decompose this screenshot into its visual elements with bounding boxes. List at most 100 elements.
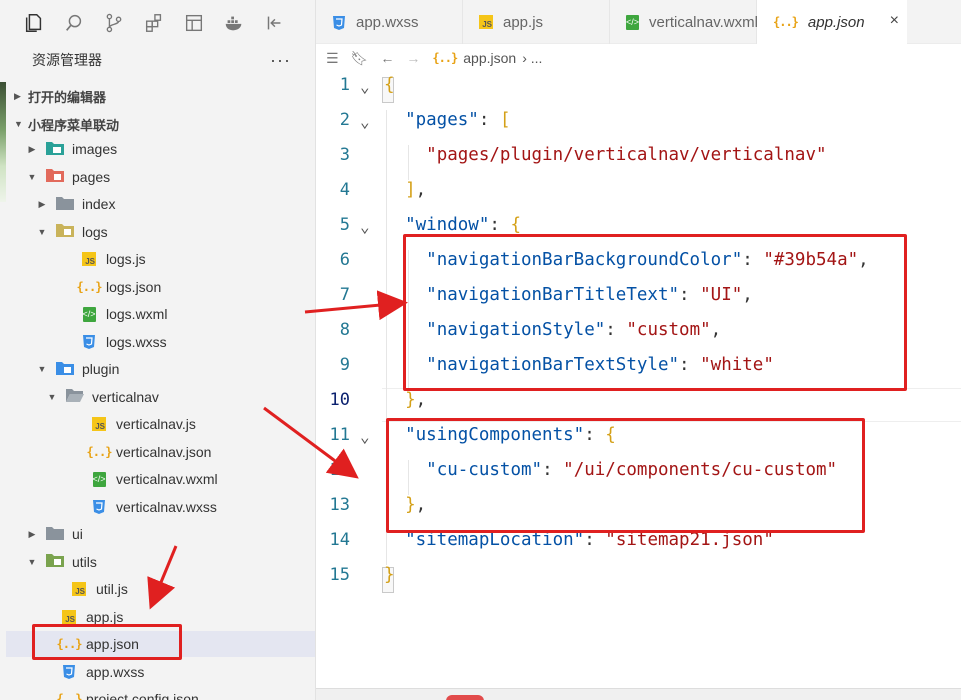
fold-chevron-icon[interactable]: ⌄ [360, 77, 370, 96]
explorer-sidebar: 资源管理器 ··· ▶ 打开的编辑器 ▼ 小程序菜单联动 ▶ images ▼ pag… [6, 0, 316, 700]
json-file-icon: {..} [432, 51, 458, 65]
tree-item-label: logs.wxml [106, 306, 168, 322]
chevron-right-icon: ▶ [28, 143, 36, 154]
tree-item-pages[interactable]: ▼ pages [6, 164, 315, 190]
pages-folder-icon [45, 167, 65, 186]
utils-folder-icon [45, 552, 65, 571]
plugin-folder-icon [55, 360, 75, 379]
list-icon[interactable]: ☰ [326, 50, 339, 67]
tree-item-util-js[interactable]: JS util.js [6, 576, 315, 602]
tree-item-label: verticalnav.js [116, 416, 196, 432]
tree-item-label: logs.wxss [106, 333, 167, 350]
breadcrumb: ☰ 🔖︎ ← → {..} app.json › ... [316, 44, 961, 72]
tree-item-ui[interactable]: ▶ ui [6, 521, 315, 547]
explorer-title: 资源管理器 [32, 52, 102, 68]
fold-chevron-icon[interactable]: ⌄ [360, 427, 370, 446]
scrollbar-indicator [446, 695, 484, 700]
files-icon[interactable] [14, 0, 54, 46]
tree-item-label: app.js [86, 608, 124, 625]
code-line[interactable]: }, [384, 390, 426, 410]
tab-app-wxss[interactable]: app.wxss [316, 0, 463, 44]
tree-item-label: logs.json [106, 278, 162, 295]
window-layout-icon[interactable] [174, 0, 214, 46]
line-number: 1 [339, 75, 350, 95]
extensions-icon[interactable] [134, 0, 174, 46]
json-file-icon: {..} [76, 279, 103, 294]
code-line[interactable]: ], [384, 180, 426, 200]
open-folder-icon [65, 387, 85, 406]
tree-item-verticalnav-json[interactable]: {..} verticalnav.json [6, 439, 315, 465]
back-arrow-icon[interactable]: ← [380, 50, 394, 66]
line-number: 14 [329, 530, 350, 550]
wxml-file-icon: </> [82, 306, 96, 322]
tree-item-logs-json[interactable]: {..} logs.json [6, 274, 315, 300]
tree-item-project-config-json[interactable]: {..} project.config.json [6, 686, 315, 700]
wxss-file-icon [93, 500, 105, 514]
forward-arrow-icon[interactable]: → [406, 50, 420, 66]
breadcrumb-file[interactable]: {..} app.json › ... [432, 50, 542, 66]
tree-item-label: verticalnav [92, 388, 159, 405]
docker-icon[interactable] [214, 0, 254, 46]
line-number: 7 [339, 285, 350, 305]
fold-chevron-icon[interactable]: ⌄ [360, 112, 370, 131]
tree-item-verticalnav-wxml[interactable]: </> verticalnav.wxml [6, 466, 315, 492]
horizontal-scrollbar[interactable] [316, 688, 961, 700]
tree-item-label: ui [72, 526, 83, 542]
tree-item-logs-wxml[interactable]: </> logs.wxml [6, 301, 315, 327]
code-line[interactable]: "pages/plugin/verticalnav/verticalnav" [384, 145, 826, 165]
tree-item-label: logs [82, 223, 108, 240]
folder-icon [45, 525, 65, 544]
tree-item-plugin[interactable]: ▼ plugin [6, 356, 315, 382]
close-icon[interactable]: × [890, 12, 899, 30]
tree-item-app-wxss[interactable]: app.wxss [6, 659, 315, 685]
tree-item-logs[interactable]: ▼ logs [6, 219, 315, 245]
tree-item-verticalnav-js[interactable]: JS verticalnav.js [6, 411, 315, 437]
tree-item-label: pages [72, 168, 111, 185]
tree-item-label: logs.js [106, 251, 146, 267]
bookmark-icon[interactable]: 🔖︎ [351, 50, 369, 67]
annotation-box-window [403, 234, 907, 391]
tab-app-js[interactable]: JS app.js [463, 0, 610, 44]
tab-label: app.json [807, 13, 865, 31]
breadcrumb-file-label: app.json [463, 50, 517, 66]
source-control-icon[interactable] [94, 0, 134, 46]
tree-item-utils[interactable]: ▼ utils [6, 549, 315, 575]
code-line[interactable]: "sitemapLocation": "sitemap21.json" [384, 530, 774, 550]
logs-folder-icon [55, 222, 75, 241]
chevron-right-icon: ▶ [38, 198, 46, 209]
code-line[interactable]: { [384, 75, 395, 95]
open-editors-label: 打开的编辑器 [28, 89, 107, 105]
collapse-sidebar-icon[interactable] [254, 0, 294, 46]
chevron-down-icon: ▼ [37, 364, 47, 374]
tree-item-label: util.js [96, 581, 128, 597]
project-label: 小程序菜单联动 [28, 117, 120, 133]
tree-item-verticalnav[interactable]: ▼ verticalnav [6, 384, 315, 410]
tree-item-verticalnav-wxss[interactable]: verticalnav.wxss [6, 494, 315, 520]
wxss-file-icon [63, 665, 75, 679]
js-file-icon: JS [62, 609, 76, 624]
tree-item-logs-js[interactable]: JS logs.js [6, 246, 315, 272]
line-number: 13 [329, 495, 350, 515]
tree-item-label: verticalnav.wxss [116, 498, 217, 515]
annotation-box-components [386, 418, 865, 533]
tab-verticalnav-wxml[interactable]: </> verticalnav.wxml [610, 0, 758, 44]
tab-app-json[interactable]: {..} app.json × [757, 0, 907, 44]
more-actions-button[interactable]: ··· [270, 50, 291, 71]
line-number: 5 [339, 215, 350, 235]
project-section[interactable]: ▼ 小程序菜单联动 [6, 110, 315, 138]
js-file-icon: JS [479, 15, 493, 29]
tab-label: app.wxss [356, 13, 419, 31]
tree-item-logs-wxss[interactable]: logs.wxss [6, 329, 315, 355]
json-file-icon: {..} [773, 15, 799, 29]
current-line-highlight [382, 388, 961, 422]
wxss-file-icon [83, 335, 95, 349]
tree-item-images[interactable]: ▶ images [6, 136, 315, 162]
search-icon[interactable] [54, 0, 94, 46]
code-line[interactable]: "pages": [ [384, 110, 510, 130]
code-line[interactable]: } [384, 565, 395, 585]
tree-item-index[interactable]: ▶ index [6, 191, 315, 217]
line-number: 10 [329, 390, 350, 410]
code-line[interactable]: "window": { [384, 215, 521, 235]
fold-chevron-icon[interactable]: ⌄ [360, 217, 370, 236]
open-editors-section[interactable]: ▶ 打开的编辑器 [6, 82, 315, 110]
